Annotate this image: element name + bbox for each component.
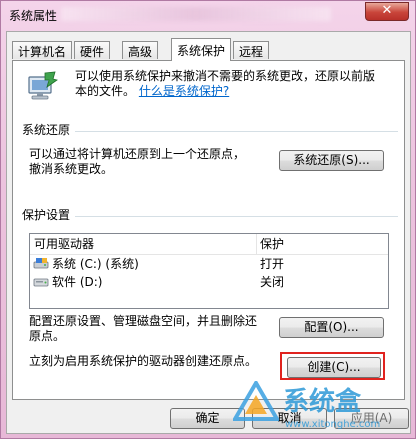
protection-settings-divider (75, 216, 398, 217)
drive-d-label: 软件 (D:) (52, 275, 103, 289)
system-properties-window: 系统属性 ✕ 计算机名 硬件 高级 系统保护 远程 可以使用系统保护来撤消不需要… (0, 0, 416, 439)
tab-computer-name[interactable]: 计算机名 (12, 41, 73, 59)
computer-shield-icon (28, 71, 58, 100)
tab-remote[interactable]: 远程 (233, 41, 270, 59)
title-bar[interactable]: 系统属性 ✕ (1, 1, 415, 29)
configure-description-line1: 配置还原设置、管理磁盘空间，并且删除还 (29, 314, 258, 328)
tab-hardware[interactable]: 硬件 (74, 41, 111, 59)
system-protection-panel: 可以使用系统保护来撤消不需要的系统更改，还原以前版 本的文件。 什么是系统保护?… (12, 60, 405, 400)
system-restore-heading: 系统还原 (22, 123, 71, 137)
create-button-highlight (280, 352, 385, 380)
configure-button[interactable]: 配置(O)... (279, 317, 384, 338)
watermark-url: www.xitonghe.com (285, 419, 381, 430)
title-bar-blur (61, 7, 331, 21)
restore-description-line1: 可以通过将计算机还原到上一个还原点， (29, 147, 246, 161)
close-button[interactable]: ✕ (365, 2, 409, 21)
drive-c-status: 打开 (260, 257, 285, 271)
drive-list[interactable]: 可用驱动器 保护 系统 (C:) (系统) 打开 软件 (D:) 关闭 (29, 233, 389, 309)
dialog-client-area: 计算机名 硬件 高级 系统保护 远程 可以使用系统保护来撤消不需要的系统更改，还… (6, 31, 411, 434)
site-watermark: 系统盒 www.xitonghe.com (233, 379, 413, 437)
system-drive-icon (33, 258, 49, 269)
system-restore-divider (75, 131, 398, 132)
intro-text-line2: 本的文件。 什么是系统保护? (75, 84, 229, 99)
column-protection[interactable]: 保护 (260, 237, 284, 252)
restore-description-line2: 撤消系统更改。 (29, 162, 114, 176)
column-separator[interactable] (256, 234, 257, 254)
drive-row-c[interactable]: 系统 (C:) (系统) 打开 (30, 256, 388, 273)
what-is-system-protection-link[interactable]: 什么是系统保护? (139, 84, 229, 98)
create-description: 立刻为启用系统保护的驱动器创建还原点。 (29, 354, 258, 368)
window-title: 系统属性 (9, 9, 58, 23)
drive-list-header: 可用驱动器 保护 (30, 234, 388, 255)
tab-system-protection[interactable]: 系统保护 (171, 38, 232, 61)
protection-settings-heading: 保护设置 (22, 208, 71, 222)
drive-c-label: 系统 (C:) (系统) (52, 257, 139, 271)
column-available-drives[interactable]: 可用驱动器 (34, 237, 94, 252)
configure-description-line2: 原点。 (29, 329, 66, 343)
system-restore-button[interactable]: 系统还原(S)... (279, 150, 384, 171)
intro-text-line1: 可以使用系统保护来撤消不需要的系统更改，还原以前版 (75, 69, 376, 83)
tab-advanced[interactable]: 高级 (122, 41, 159, 59)
drive-row-d[interactable]: 软件 (D:) 关闭 (30, 274, 388, 291)
drive-d-status: 关闭 (260, 275, 285, 289)
local-drive-icon (33, 278, 49, 287)
watermark-brand-text: 系统盒 (283, 387, 362, 417)
intro-text-prefix: 本的文件。 (75, 84, 136, 98)
watermark-logo-icon (233, 381, 279, 421)
